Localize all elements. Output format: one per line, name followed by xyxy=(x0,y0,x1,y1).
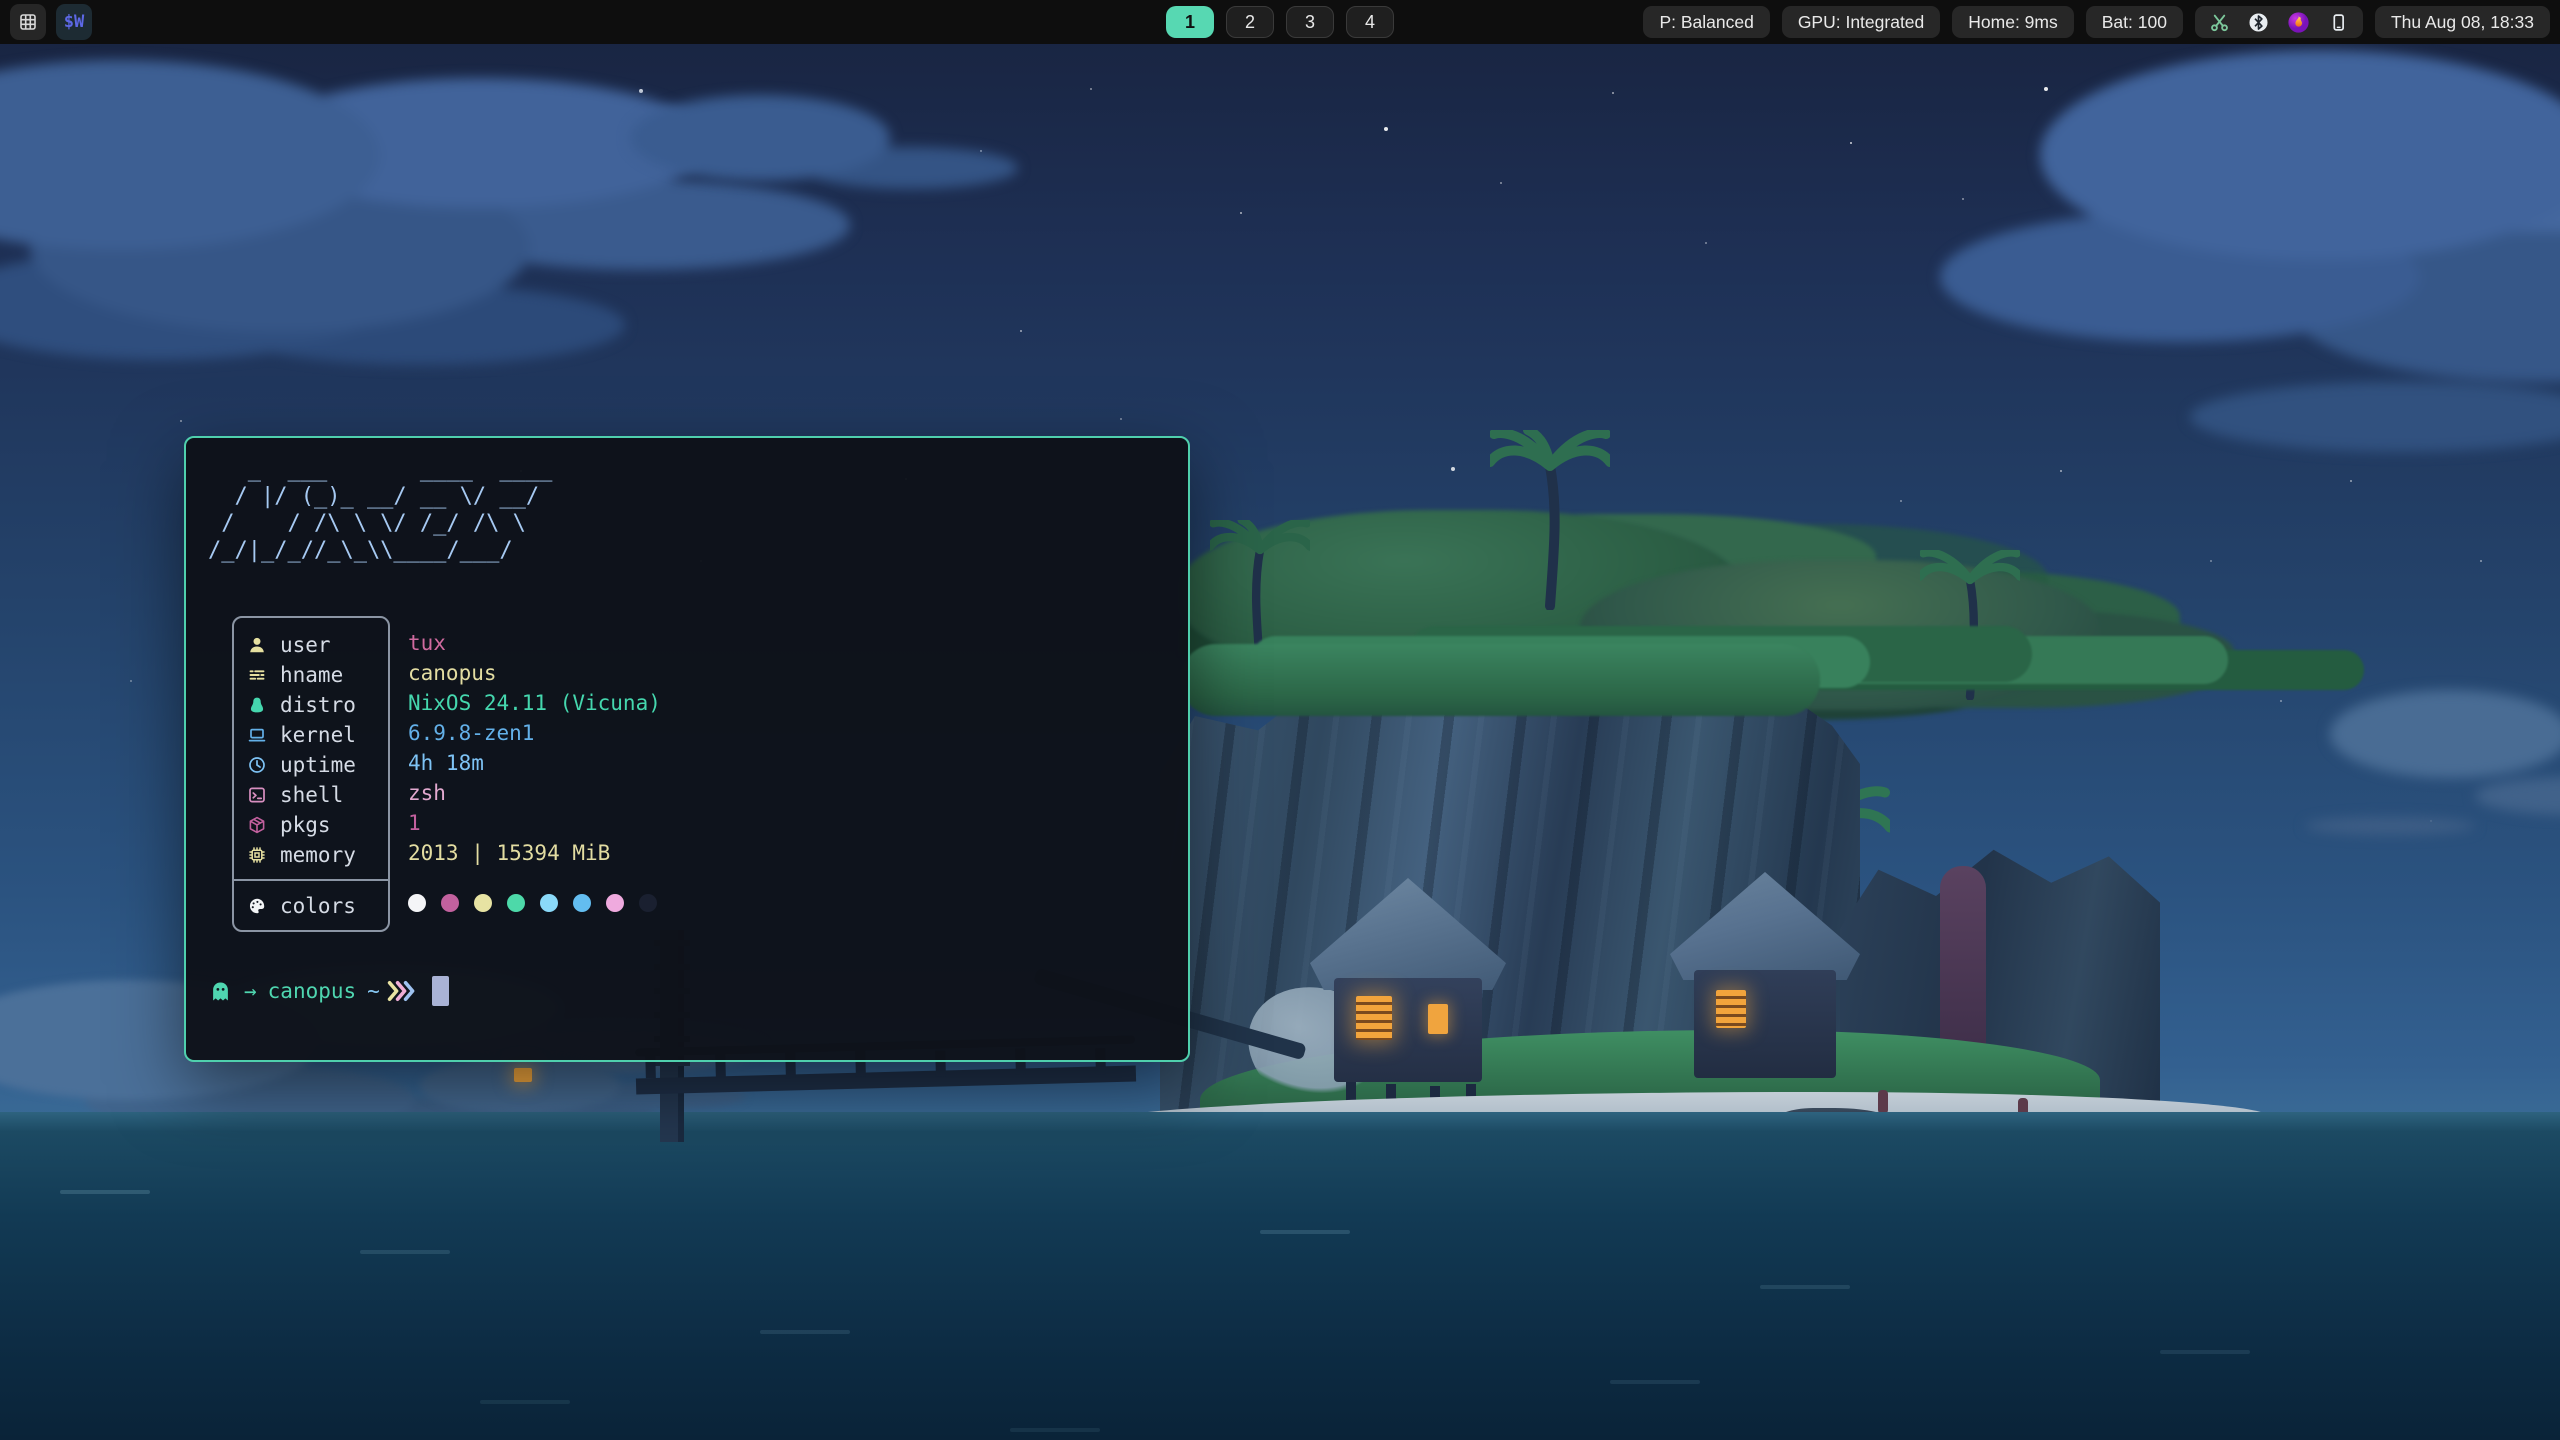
terminal-color-palette xyxy=(408,894,661,912)
fetch-label: user xyxy=(280,633,331,657)
workspace-3[interactable]: 3 xyxy=(1286,6,1334,38)
shell-prompt[interactable]: → canopus ~ xyxy=(208,974,449,1008)
ocean xyxy=(0,1112,2560,1440)
pier-lit-window xyxy=(514,1068,532,1082)
wave-highlights xyxy=(60,1190,150,1194)
workspace-4[interactable]: 4 xyxy=(1346,6,1394,38)
palette-dot xyxy=(441,894,459,912)
fetch-row-user: user xyxy=(234,630,388,660)
fetch-label: distro xyxy=(280,693,356,717)
bluetooth-icon[interactable] xyxy=(2248,12,2269,33)
hut-window-lit xyxy=(1356,996,1392,1040)
workspace-switcher: 1 2 3 4 xyxy=(1166,0,1394,44)
shell-icon xyxy=(247,785,267,805)
palette-dot xyxy=(507,894,525,912)
palette-dot xyxy=(573,894,591,912)
desktop: $W 1 2 3 4 P: Balanced GPU: Integrated H… xyxy=(0,0,2560,1440)
palm-tree xyxy=(1920,550,2020,700)
value-kernel: 6.9.8-zen1 xyxy=(408,718,661,748)
fetch-label: memory xyxy=(280,843,356,867)
battery-pill[interactable]: Bat: 100 xyxy=(2086,6,2183,38)
workspace-1[interactable]: 1 xyxy=(1166,6,1214,38)
palette-dot xyxy=(474,894,492,912)
top-bar: $W 1 2 3 4 P: Balanced GPU: Integrated H… xyxy=(0,0,2560,44)
value-user: tux xyxy=(408,628,661,658)
value-shell: zsh xyxy=(408,778,661,808)
wm-logo-button[interactable]: $W xyxy=(56,4,92,40)
memory-icon xyxy=(247,845,267,865)
system-tray xyxy=(2195,6,2363,38)
hostname-icon xyxy=(247,665,267,685)
palette-dot xyxy=(540,894,558,912)
fetch-values: tux canopus NixOS 24.11 (Vicuna) 6.9.8-z… xyxy=(408,628,661,912)
clock-pill[interactable]: Thu Aug 08, 18:33 xyxy=(2375,6,2550,38)
user-icon xyxy=(247,635,267,655)
prompt-host: canopus xyxy=(268,979,357,1003)
cloud-top-center xyxy=(630,95,890,181)
ping-pill[interactable]: Home: 9ms xyxy=(1952,6,2073,38)
statue-rock xyxy=(1940,866,1986,1056)
value-pkgs: 1 xyxy=(408,808,661,838)
uptime-icon xyxy=(247,755,267,775)
fetch-label: kernel xyxy=(280,723,356,747)
fetch-label: shell xyxy=(280,783,343,807)
palette-dot xyxy=(408,894,426,912)
value-memory: 2013 | 15394 MiB xyxy=(408,838,661,868)
terminal-window[interactable]: _ ___ ____ ____ / |/ (_)_ __/ __ \/ __/ … xyxy=(184,436,1190,1062)
cloud-mid-right xyxy=(2330,690,2560,778)
prompt-path: ~ xyxy=(367,979,380,1003)
palette-dot xyxy=(639,894,657,912)
prompt-chevrons xyxy=(391,980,415,1002)
prompt-arrow: → xyxy=(244,979,257,1003)
hut-window-lit xyxy=(1428,1004,1448,1034)
ascii-logo: _ ___ ____ ____ / |/ (_)_ __/ __ \/ __/ … xyxy=(208,456,552,564)
value-distro: NixOS 24.11 (Vicuna) xyxy=(408,688,661,718)
cloud-top-right xyxy=(2040,50,2560,260)
gpu-pill[interactable]: GPU: Integrated xyxy=(1782,6,1940,38)
scissors-icon[interactable] xyxy=(2209,12,2230,33)
fetch-row-uptime: uptime xyxy=(234,750,388,780)
cloud-horizon-small xyxy=(420,1058,620,1114)
power-profile-pill[interactable]: P: Balanced xyxy=(1643,6,1769,38)
fetch-row-pkgs: pkgs xyxy=(234,810,388,840)
fetch-label: uptime xyxy=(280,753,356,777)
fetch-row-shell: shell xyxy=(234,780,388,810)
value-uptime: 4h 18m xyxy=(408,748,661,778)
wm-logo-text: $W xyxy=(64,12,84,32)
fetch-row-memory: memory xyxy=(234,840,388,870)
flame-icon[interactable] xyxy=(2287,11,2310,34)
fetch-label: colors xyxy=(280,894,356,918)
palette-icon xyxy=(247,896,267,916)
workspace-2[interactable]: 2 xyxy=(1226,6,1274,38)
text-cursor[interactable] xyxy=(432,976,449,1006)
fetch-table: user hname distro kernel xyxy=(232,616,390,932)
ghost-icon xyxy=(208,979,233,1004)
launcher-button[interactable] xyxy=(10,4,46,40)
bar-right: P: Balanced GPU: Integrated Home: 9ms Ba… xyxy=(1643,6,2550,38)
bar-left: $W xyxy=(10,4,92,40)
chevron-icon xyxy=(403,980,415,1002)
palette-dot xyxy=(606,894,624,912)
palm-tree xyxy=(1490,430,1610,610)
packages-icon xyxy=(247,815,267,835)
hut2-window-lit xyxy=(1716,990,1746,1028)
fetch-row-distro: distro xyxy=(234,690,388,720)
fetch-row-colors: colors xyxy=(234,881,388,931)
island xyxy=(1150,430,2210,1170)
app-grid-icon xyxy=(18,12,38,32)
pier-deck xyxy=(636,1065,1136,1094)
fetch-row-kernel: kernel xyxy=(234,720,388,750)
fetch-row-hname: hname xyxy=(234,660,388,690)
kernel-icon xyxy=(247,725,267,745)
cliff-top-greenery xyxy=(1180,644,1820,716)
value-hname: canopus xyxy=(408,658,661,688)
phone-icon[interactable] xyxy=(2328,12,2349,33)
fetch-label: pkgs xyxy=(280,813,331,837)
distro-icon xyxy=(247,695,267,715)
cloud-top-left xyxy=(0,60,380,250)
fetch-label: hname xyxy=(280,663,343,687)
